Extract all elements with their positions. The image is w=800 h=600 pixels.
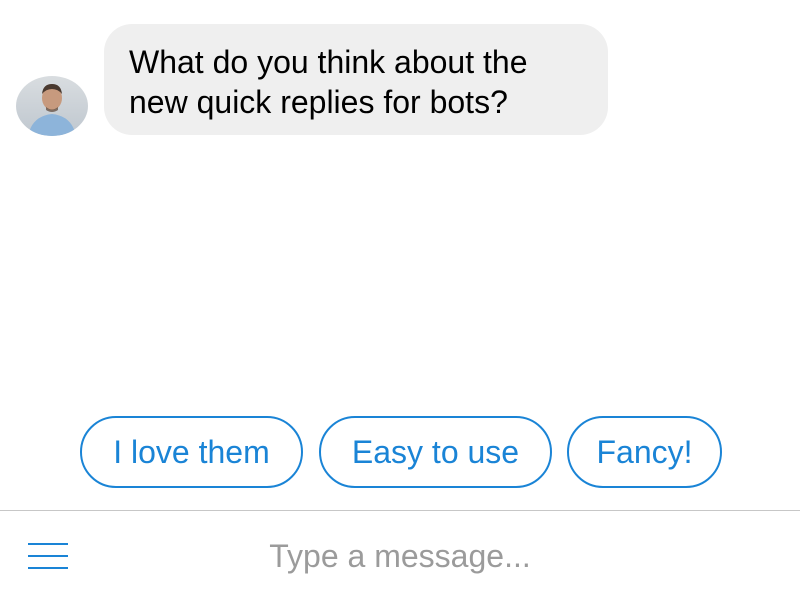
avatar-photo-icon [16, 76, 88, 136]
message-composer [0, 511, 800, 600]
hamburger-menu-icon[interactable] [28, 541, 68, 571]
quick-reply-i-love-them[interactable]: I love them [80, 416, 303, 488]
message-input[interactable] [100, 531, 700, 581]
quick-reply-easy-to-use[interactable]: Easy to use [319, 416, 552, 488]
avatar [16, 76, 88, 136]
quick-reply-fancy[interactable]: Fancy! [567, 416, 722, 488]
quick-replies: I love them Easy to use Fancy! [0, 416, 800, 488]
message-text: What do you think about the new quick re… [129, 44, 528, 120]
chat-screen: What do you think about the new quick re… [0, 0, 800, 600]
incoming-message-bubble: What do you think about the new quick re… [104, 24, 608, 135]
